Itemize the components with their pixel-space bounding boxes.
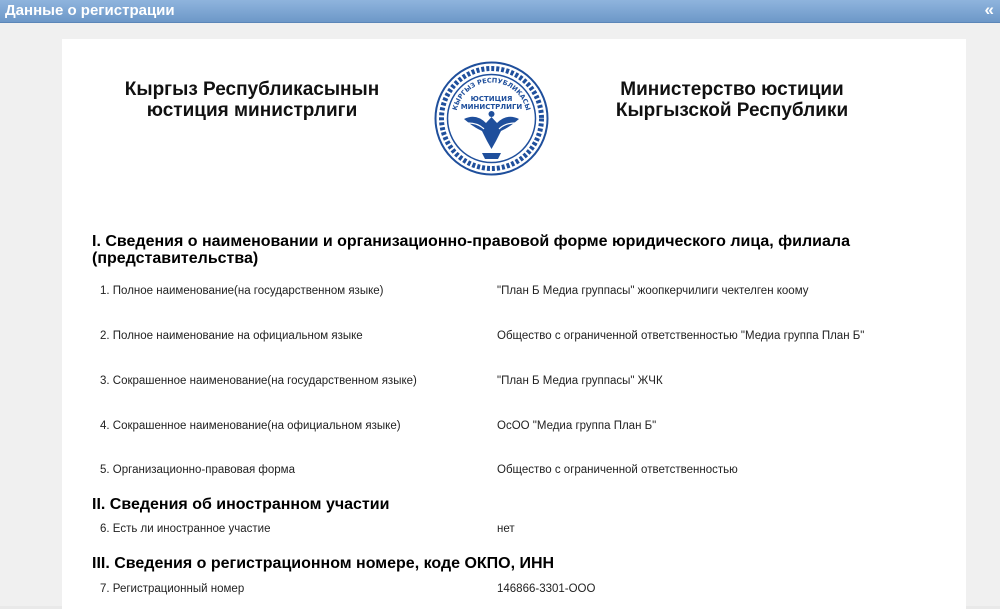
field-label: 6. Есть ли иностранное участие bbox=[100, 523, 271, 535]
svg-text:ЮСТИЦИЯ: ЮСТИЦИЯ bbox=[471, 95, 513, 103]
field-value: "План Б Медиа группасы" жоопкерчилиги че… bbox=[497, 285, 809, 297]
svg-text:МИНИСТРЛИГИ: МИНИСТРЛИГИ bbox=[461, 103, 523, 111]
ministry-name-russian-line2: Кыргызской Республики bbox=[615, 100, 849, 121]
section-heading-line: (представительства) bbox=[92, 250, 259, 267]
ministry-name-kyrgyz-line1: Кыргыз Республикасынын bbox=[124, 79, 380, 100]
ministry-name-russian-line1: Министерство юстиции bbox=[620, 79, 844, 100]
field-value: Общество с ограниченной ответственностью… bbox=[497, 330, 865, 342]
ministry-name-kyrgyz: Кыргыз Республикасынын юстиция министрли… bbox=[87, 79, 417, 121]
field-value: Общество с ограниченной ответственностью bbox=[497, 464, 738, 476]
field-label: 2. Полное наименование на официальном яз… bbox=[100, 330, 363, 342]
field-value: "План Б Медиа группасы" ЖЧК bbox=[497, 375, 663, 387]
field-value: 146866-3301-ООО bbox=[497, 583, 596, 595]
field-value: ОсОО "Медиа группа План Б" bbox=[497, 420, 657, 432]
ministry-seal-icon: КЫРГЫЗ РЕСПУБЛИКАСЫ ЮСТИЦИЯ МИНИСТРЛИГИ bbox=[434, 61, 549, 176]
field-label: 1. Полное наименование(на государственно… bbox=[100, 285, 384, 297]
section-heading: III. Сведения о регистрационном номере, … bbox=[92, 555, 555, 572]
section-heading: II. Сведения об иностранном участии bbox=[92, 496, 390, 513]
panel-body: Кыргыз Республикасынын юстиция министрли… bbox=[0, 23, 1000, 609]
registration-document: Кыргыз Республикасынын юстиция министрли… bbox=[62, 39, 966, 609]
field-label: 7. Регистрационный номер bbox=[100, 583, 245, 595]
field-value: нет bbox=[497, 523, 515, 535]
ministry-name-russian: Министерство юстиции Кыргызской Республи… bbox=[567, 79, 897, 121]
collapse-icon[interactable]: « bbox=[985, 0, 994, 20]
field-label: 4. Сокрашенное наименование(на официальн… bbox=[100, 420, 401, 432]
section-heading-line: I. Сведения о наименовании и организацио… bbox=[92, 233, 850, 250]
panel-title: Данные о регистрации bbox=[5, 2, 175, 19]
section-heading: I. Сведения о наименовании и организацио… bbox=[92, 233, 932, 267]
panel-header: Данные о регистрации « bbox=[0, 0, 1000, 23]
ministry-name-kyrgyz-line2: юстиция министрлиги bbox=[146, 100, 358, 121]
field-label: 3. Сокрашенное наименование(на государст… bbox=[100, 375, 417, 387]
field-label: 5. Организационно-правовая форма bbox=[100, 464, 295, 476]
